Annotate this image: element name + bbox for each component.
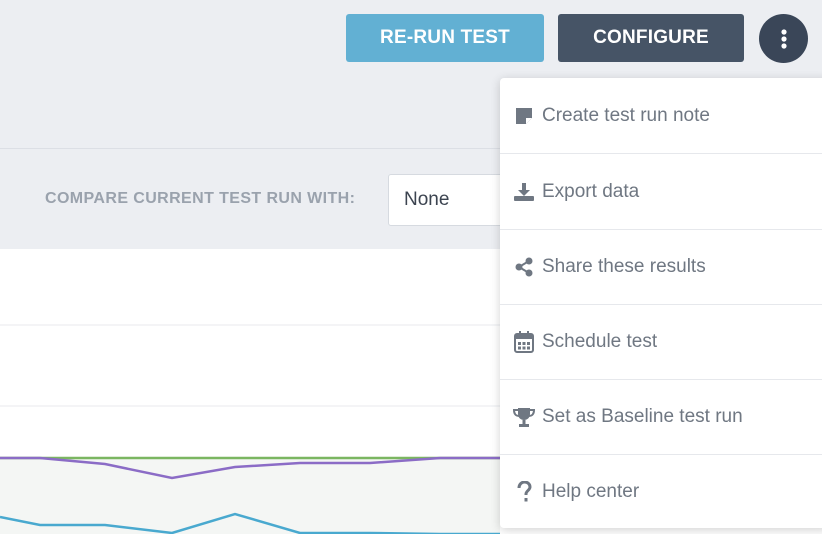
vertical-ellipsis-icon [780,28,787,49]
question-icon [513,480,535,503]
download-icon [513,181,535,203]
menu-item-set-baseline[interactable]: Set as Baseline test run [500,380,822,454]
menu-item-label: Export data [542,180,640,202]
menu-item-label: Help center [542,480,640,502]
menu-item-help-center[interactable]: Help center [500,455,822,528]
menu-item-label: Share these results [542,256,706,277]
share-icon [513,256,535,278]
menu-item-schedule-test[interactable]: Schedule test [500,305,822,379]
compare-label: COMPARE CURRENT TEST RUN WITH: [45,190,356,207]
menu-item-label: Create test run note [542,104,710,126]
menu-item-create-note[interactable]: Create test run note [500,78,822,153]
chart-band [0,458,500,534]
configure-button[interactable]: CONFIGURE [558,14,744,62]
menu-item-label: Schedule test [542,331,658,352]
calendar-icon [513,331,535,353]
menu-item-share-results[interactable]: Share these results [500,230,822,304]
note-icon [513,105,535,127]
more-options-button[interactable] [759,14,808,63]
rerun-test-button[interactable]: RE-RUN TEST [346,14,544,62]
trophy-icon [513,406,535,428]
menu-item-label: Set as Baseline test run [542,406,743,427]
compare-select-value: None [404,189,450,210]
options-dropdown-menu: Create test run note Export data Share t… [500,78,822,528]
menu-item-export-data[interactable]: Export data [500,154,822,229]
